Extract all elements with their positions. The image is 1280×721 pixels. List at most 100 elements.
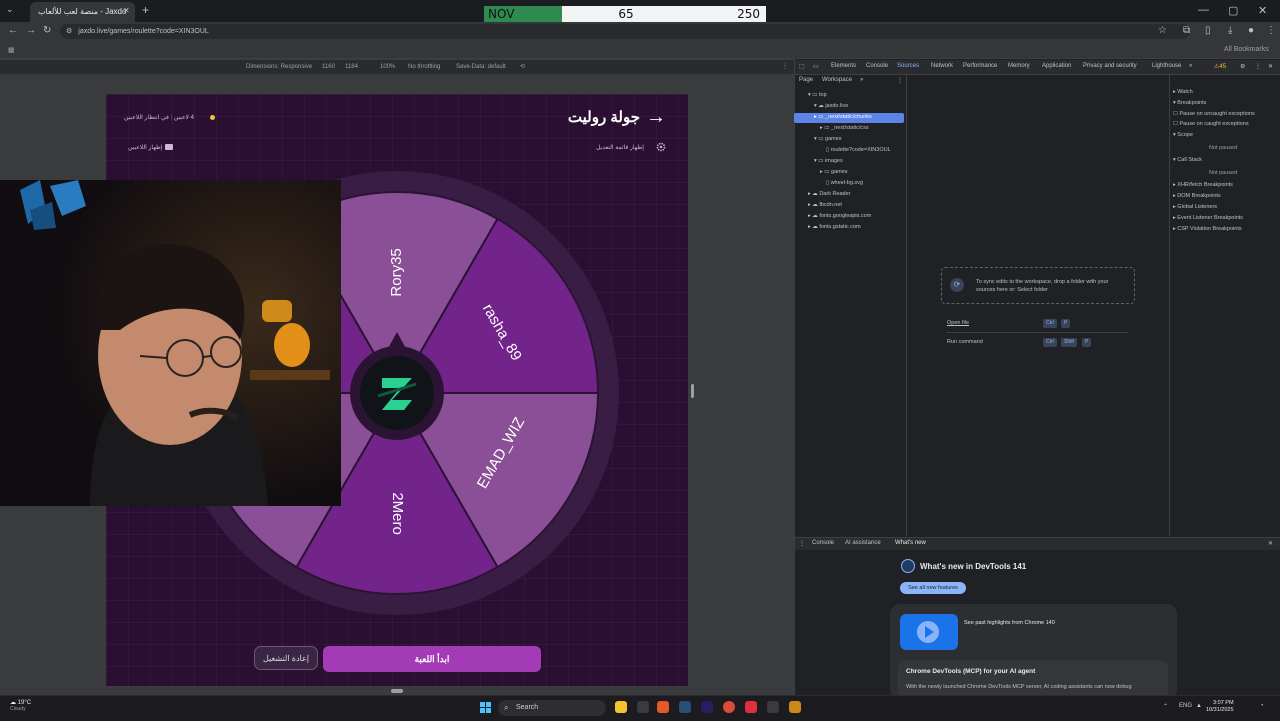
device-mode-icon[interactable]: ▭ bbox=[813, 63, 819, 70]
show-players-link[interactable]: إظهار اللاعبين bbox=[128, 144, 162, 151]
navigator-menu-icon[interactable]: ⋮ bbox=[897, 77, 903, 84]
app-icon[interactable] bbox=[767, 701, 779, 713]
pause-uncaught-checkbox[interactable]: ☐ Pause on uncaught exceptions bbox=[1173, 111, 1255, 117]
issues-badge[interactable]: ⚠45 bbox=[1214, 63, 1226, 70]
drawer-tab-console[interactable]: Console bbox=[812, 540, 834, 546]
tab-network[interactable]: Network bbox=[931, 63, 953, 69]
tree-item[interactable]: ▾ ☁ jaxdo.live bbox=[814, 103, 848, 109]
drawer-menu-icon[interactable]: ⋮ bbox=[799, 540, 805, 547]
tree-item[interactable]: ▯ roulette?code=XIN3OUL bbox=[826, 147, 891, 153]
zoom-select[interactable]: 100% bbox=[380, 60, 395, 74]
steam-icon[interactable] bbox=[679, 701, 691, 713]
devtools-close-icon[interactable]: ✕ bbox=[1268, 63, 1273, 70]
tab-memory[interactable]: Memory bbox=[1008, 63, 1030, 69]
section-event[interactable]: ▸ Event Listener Breakpoints bbox=[1173, 215, 1243, 221]
tree-item[interactable]: ▾ ▭ images bbox=[814, 158, 843, 164]
clock[interactable]: 3:07 PM 10/31/2025 bbox=[1206, 700, 1234, 714]
windows-start-icon[interactable] bbox=[480, 702, 491, 713]
subtab-workspace[interactable]: Workspace bbox=[822, 77, 852, 83]
section-breakpoints[interactable]: ▾ Breakpoints bbox=[1173, 100, 1206, 106]
new-tab-icon[interactable]: + bbox=[142, 3, 149, 17]
file-explorer-icon[interactable] bbox=[615, 701, 627, 713]
drawer-close-icon[interactable]: ✕ bbox=[1268, 540, 1273, 547]
more-tabs-icon[interactable]: » bbox=[1189, 63, 1192, 69]
tab-console[interactable]: Console bbox=[866, 63, 888, 69]
tree-item[interactable]: ▾ ▭ games bbox=[814, 136, 842, 142]
debugger-divider[interactable] bbox=[1169, 74, 1170, 536]
section-global[interactable]: ▸ Global Listeners bbox=[1173, 204, 1217, 210]
tab-lighthouse[interactable]: Lighthouse bbox=[1152, 63, 1181, 69]
height-input[interactable]: 1184 bbox=[345, 60, 358, 74]
tab-close-icon[interactable]: ✕ bbox=[123, 6, 130, 15]
notifications-icon[interactable]: ◔ bbox=[1260, 703, 1264, 709]
tray-chevron-icon[interactable]: ⌃ bbox=[1163, 703, 1168, 710]
menu-icon[interactable]: ⋮ bbox=[1266, 25, 1276, 36]
back-arrow-icon[interactable]: → bbox=[646, 106, 666, 129]
width-input[interactable]: 1160 bbox=[322, 60, 335, 74]
premiere-icon[interactable] bbox=[701, 701, 713, 713]
drawer-tab-whatsnew[interactable]: What's new bbox=[895, 540, 926, 546]
gear-icon[interactable] bbox=[656, 142, 666, 152]
open-file-label[interactable]: Open file bbox=[947, 320, 969, 326]
close-window-icon[interactable]: ✕ bbox=[1258, 4, 1267, 17]
subtab-page[interactable]: Page bbox=[799, 77, 813, 83]
site-info-icon[interactable]: ⚙ bbox=[66, 28, 72, 35]
tab-application[interactable]: Application bbox=[1042, 63, 1071, 69]
resize-handle-right[interactable] bbox=[691, 384, 694, 398]
see-all-features-button[interactable]: See all new features bbox=[900, 582, 966, 594]
devtools-settings-icon[interactable]: ⚙ bbox=[1240, 63, 1245, 70]
apps-icon[interactable]: ▦ bbox=[8, 46, 15, 54]
extensions-icon[interactable]: ⧉ bbox=[1183, 25, 1190, 36]
throttle-select[interactable]: No throttling bbox=[408, 60, 440, 74]
devtools-menu-icon[interactable]: ⋮ bbox=[1255, 63, 1261, 70]
more-subtabs-icon[interactable]: » bbox=[860, 77, 863, 83]
download-icon[interactable]: ⤓ bbox=[1228, 25, 1232, 36]
language-indicator[interactable]: ENG bbox=[1179, 703, 1192, 709]
section-scope[interactable]: ▾ Scope bbox=[1173, 132, 1193, 138]
brave-icon[interactable] bbox=[657, 701, 669, 713]
save-data-select[interactable]: Save-Data: default bbox=[456, 60, 506, 74]
tree-item[interactable]: ▾ ▭ top bbox=[808, 92, 827, 98]
all-bookmarks[interactable]: All Bookmarks bbox=[1224, 46, 1269, 53]
tab-elements[interactable]: Elements bbox=[831, 63, 856, 69]
back-icon[interactable]: ← bbox=[8, 25, 18, 36]
profile-icon[interactable]: ● bbox=[1248, 25, 1254, 36]
tree-item[interactable]: ▯ wheel-bg.svg bbox=[826, 180, 863, 186]
app-icon[interactable] bbox=[789, 701, 801, 713]
tree-item[interactable]: ▸ ☁ fonts.googleapis.com bbox=[808, 213, 871, 219]
chrome-icon[interactable] bbox=[723, 701, 735, 713]
maximize-icon[interactable]: ▢ bbox=[1228, 4, 1238, 17]
players-icon[interactable] bbox=[164, 142, 174, 152]
navigator-divider[interactable] bbox=[906, 74, 907, 536]
section-xhr[interactable]: ▸ XHR/fetch Breakpoints bbox=[1173, 182, 1233, 188]
tree-item[interactable]: ▸ ▭ games bbox=[820, 169, 848, 175]
section-dom[interactable]: ▸ DOM Breakpoints bbox=[1173, 193, 1221, 199]
taskbar-search[interactable]: Search bbox=[498, 700, 606, 716]
tab-performance[interactable]: Performance bbox=[963, 63, 997, 69]
resize-handle-bottom[interactable] bbox=[391, 689, 403, 693]
address-bar[interactable]: ⚙ jaxdo.live/games/roulette?code=XIN3OUL bbox=[60, 24, 1190, 39]
network-icon[interactable]: ▲ bbox=[1196, 703, 1202, 709]
section-callstack[interactable]: ▾ Call Stack bbox=[1173, 157, 1202, 163]
start-game-button[interactable]: ابدأ اللعبة bbox=[323, 646, 541, 672]
device-more-icon[interactable]: ⋮ bbox=[782, 60, 788, 74]
video-thumbnail[interactable] bbox=[900, 614, 958, 650]
highlights-text[interactable]: See past highlights from Chrome 140 bbox=[964, 620, 1055, 626]
dimensions-select[interactable]: Dimensions: Responsive bbox=[246, 60, 312, 74]
section-csp[interactable]: ▸ CSP Violation Breakpoints bbox=[1173, 226, 1242, 232]
weather-widget[interactable]: ☁ 19°C Cloudy bbox=[10, 699, 31, 712]
sidepanel-icon[interactable]: ▯ bbox=[1205, 25, 1211, 36]
tree-item[interactable]: ▸ ☁ fonts.gstatic.com bbox=[808, 224, 861, 230]
tab-sources[interactable]: Sources bbox=[897, 63, 919, 69]
bookmark-star-icon[interactable]: ☆ bbox=[1158, 25, 1167, 36]
reset-button[interactable]: إعادة التشغيل bbox=[254, 646, 318, 670]
tab-privacy[interactable]: Privacy and security bbox=[1083, 63, 1137, 69]
minimize-icon[interactable]: — bbox=[1198, 4, 1209, 16]
pause-caught-checkbox[interactable]: ☐ Pause on caught exceptions bbox=[1173, 121, 1249, 127]
tree-item[interactable]: ▸ ▭ _next/static/chunks bbox=[814, 114, 872, 120]
app-icon[interactable] bbox=[745, 701, 757, 713]
section-watch[interactable]: ▸ Watch bbox=[1173, 89, 1193, 95]
tree-item[interactable]: ▸ ☁ fbcdn.net bbox=[808, 202, 842, 208]
tab-search-icon[interactable]: ⌄ bbox=[6, 4, 14, 15]
drawer-tab-ai[interactable]: AI assistance bbox=[845, 540, 881, 546]
